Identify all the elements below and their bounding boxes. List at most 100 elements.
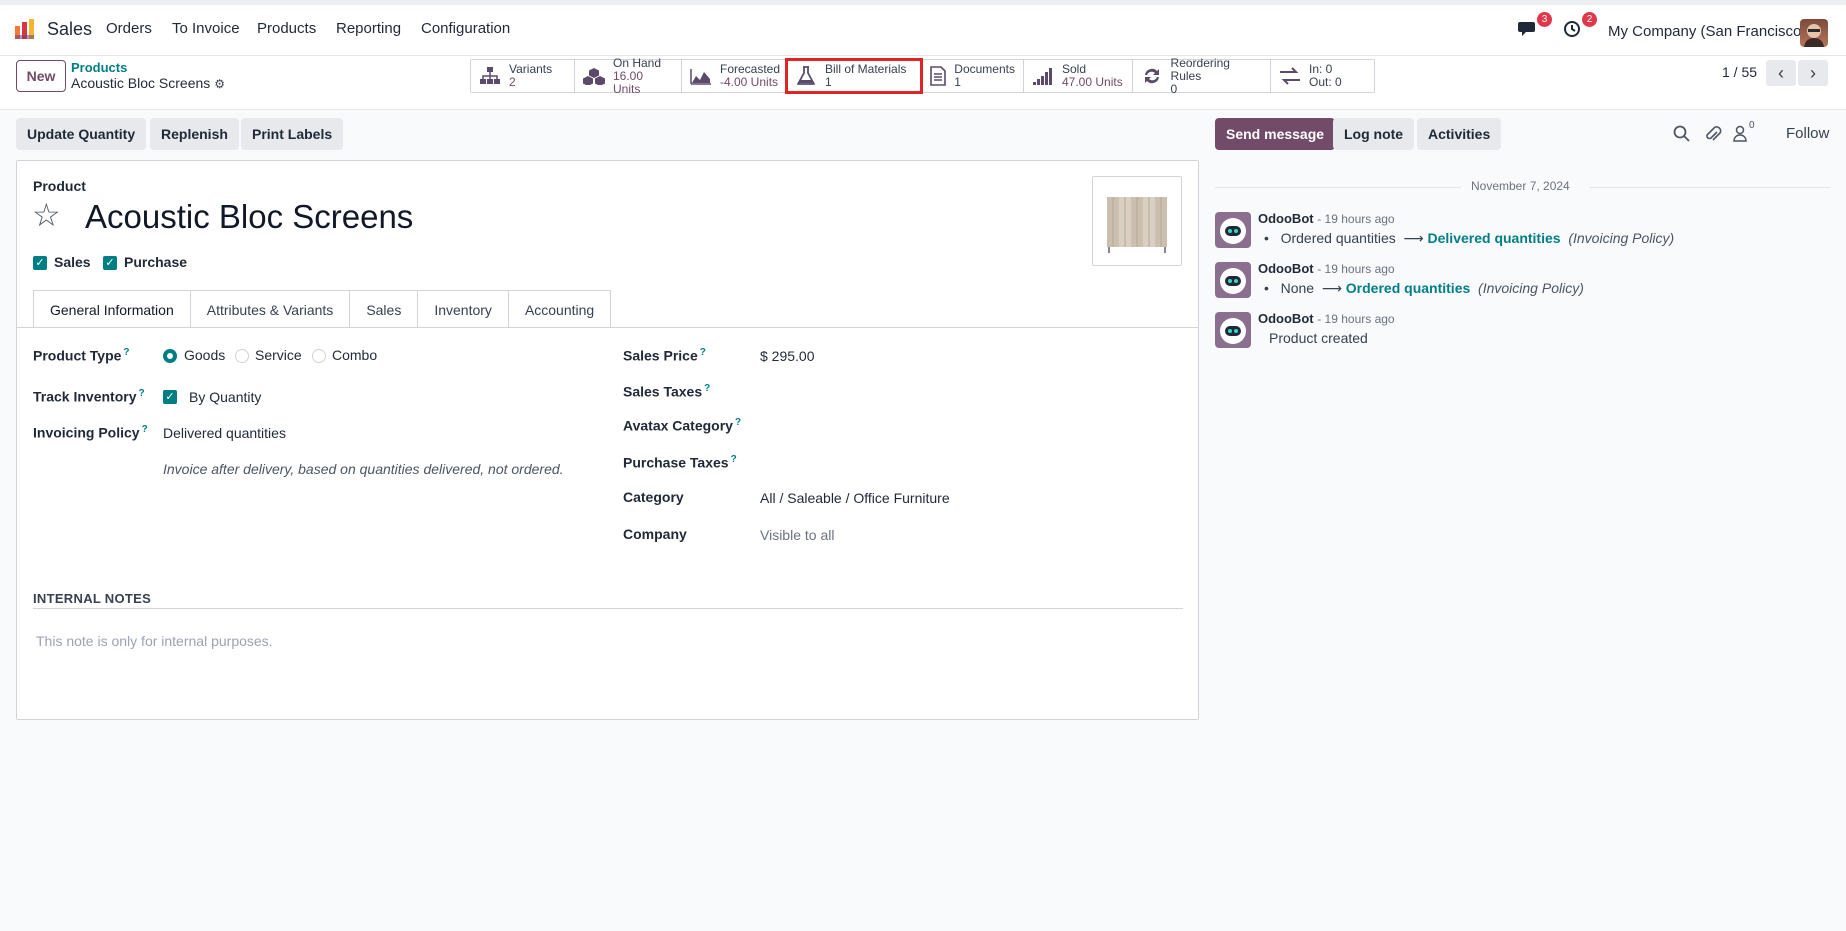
company-switcher[interactable]: My Company (San Francisco) <box>1608 23 1806 40</box>
app-name[interactable]: Sales <box>47 19 92 40</box>
user-avatar[interactable] <box>1800 19 1828 47</box>
tab-sales[interactable]: Sales <box>350 290 419 328</box>
internal-notes-field[interactable]: This note is only for internal purposes. <box>36 633 273 649</box>
product-type-combo-radio[interactable] <box>312 349 326 363</box>
sales-checkbox-label: Sales <box>54 254 91 270</box>
log-note-button[interactable]: Log note <box>1333 118 1415 150</box>
date-separator-line <box>1215 187 1461 188</box>
sales-app-icon[interactable] <box>14 18 36 40</box>
tab-inventory[interactable]: Inventory <box>418 290 509 328</box>
stat-value: -4.00 Units <box>720 75 779 89</box>
menu-orders[interactable]: Orders <box>106 20 152 37</box>
activities-button[interactable]: Activities <box>1417 118 1502 150</box>
avatar[interactable] <box>1215 212 1251 248</box>
stat-value: 16.00 Units <box>613 68 644 96</box>
invoicing-policy-select[interactable]: Delivered quantities <box>163 425 286 441</box>
avatar[interactable] <box>1215 262 1251 298</box>
tracking-old-value: None <box>1280 280 1315 296</box>
stat-bill-of-materials-button[interactable]: Bill of Materials 1 <box>785 58 923 94</box>
form-tabs: General Information Attributes & Variant… <box>33 290 612 328</box>
pager-next-button[interactable]: › <box>1798 60 1828 86</box>
stat-in-out-button[interactable]: In: 0 Out: 0 <box>1271 60 1374 92</box>
stat-on-hand-button[interactable]: On Hand 16.00 Units <box>575 55 682 95</box>
stat-out: Out: 0 <box>1309 75 1342 89</box>
message-time: - 19 hours ago <box>1317 262 1395 276</box>
stat-sold-button[interactable]: Sold 47.00 Units <box>1024 60 1133 92</box>
track-inventory-label-text: Track Inventory <box>33 388 137 405</box>
sales-checkbox[interactable]: ✓ <box>33 256 47 270</box>
print-labels-button[interactable]: Print Labels <box>241 118 344 150</box>
company-label: Company <box>623 526 687 542</box>
sales-price-label: Sales Price? <box>623 347 706 364</box>
help-icon[interactable]: ? <box>704 383 710 394</box>
date-separator-line <box>1589 187 1830 188</box>
menu-to-invoice[interactable]: To Invoice <box>172 20 240 37</box>
message-author: OdooBot - 19 hours ago <box>1258 211 1395 226</box>
product-section-label: Product <box>33 178 86 194</box>
stat-documents-button[interactable]: Documents 1 <box>921 60 1024 92</box>
help-icon[interactable]: ? <box>735 417 741 428</box>
category-field[interactable]: All / Saleable / Office Furniture <box>760 490 950 506</box>
help-icon[interactable]: ? <box>142 424 148 435</box>
breadcrumb-products[interactable]: Products <box>71 60 127 75</box>
track-inventory-value[interactable]: By Quantity <box>189 389 261 405</box>
help-icon[interactable]: ? <box>123 347 129 358</box>
menu-products[interactable]: Products <box>257 20 316 37</box>
date-separator: November 7, 2024 <box>1215 179 1830 195</box>
sitemap-icon <box>479 66 501 86</box>
track-inventory-checkbox[interactable]: ✓ <box>163 390 177 404</box>
update-quantity-button[interactable]: Update Quantity <box>16 118 147 150</box>
product-type-service-radio[interactable] <box>235 349 249 363</box>
gear-icon[interactable]: ⚙ <box>214 77 225 91</box>
activities-button[interactable]: 2 <box>1563 12 1597 42</box>
help-icon[interactable]: ? <box>700 347 706 358</box>
follow-button[interactable]: Follow <box>1786 125 1829 142</box>
tab-attributes-variants[interactable]: Attributes & Variants <box>190 290 351 328</box>
stat-reordering-rules-button[interactable]: Reordering Rules 0 <box>1133 56 1271 95</box>
purchase-checkbox-label: Purchase <box>124 254 188 270</box>
help-icon[interactable]: ? <box>139 388 145 399</box>
paperclip-icon[interactable] <box>1703 124 1723 144</box>
tracking-value: • None ⟶ Ordered quantities (Invoicing P… <box>1264 280 1584 296</box>
pager-value[interactable]: 1 / 55 <box>1722 64 1757 80</box>
sales-taxes-label-text: Sales Taxes <box>623 383 703 400</box>
tracking-old-value: Ordered quantities <box>1280 230 1396 246</box>
tab-accounting[interactable]: Accounting <box>508 290 612 328</box>
product-name-field[interactable]: Acoustic Bloc Screens <box>85 198 413 236</box>
tab-general-information[interactable]: General Information <box>33 290 191 328</box>
company-field[interactable]: Visible to all <box>760 527 834 543</box>
invoicing-policy-label: Invoicing Policy? <box>33 424 148 441</box>
help-icon[interactable]: ? <box>731 454 737 465</box>
exchange-icon <box>1279 66 1301 86</box>
star-icon[interactable]: ☆ <box>32 199 61 231</box>
send-message-button[interactable]: Send message <box>1215 118 1336 150</box>
stat-variants-button[interactable]: Variants 2 <box>471 60 575 92</box>
followers-button[interactable]: 0 <box>1732 120 1760 144</box>
new-button[interactable]: New <box>16 60 66 92</box>
sales-price-field[interactable]: $ 295.00 <box>760 348 815 364</box>
message-time: - 19 hours ago <box>1317 312 1395 326</box>
odoobot-icon <box>1220 218 1246 244</box>
purchase-checkbox[interactable]: ✓ <box>103 256 117 270</box>
refresh-icon <box>1141 66 1163 86</box>
stat-value: 1 <box>954 75 961 89</box>
menu-reporting[interactable]: Reporting <box>336 20 401 37</box>
tabs-divider <box>17 327 1198 328</box>
invoicing-policy-note: Invoice after delivery, based on quantit… <box>163 461 564 477</box>
pager-previous-button[interactable]: ‹ <box>1766 60 1796 86</box>
stat-label: On Hand <box>613 55 662 70</box>
internal-notes-heading: INTERNAL NOTES <box>33 591 152 606</box>
search-icon[interactable] <box>1672 124 1692 144</box>
product-image[interactable] <box>1092 176 1182 266</box>
product-type-goods-radio[interactable] <box>163 349 177 363</box>
messages-button[interactable]: 3 <box>1518 12 1552 42</box>
top-navbar: Sales Orders To Invoice Products Reporti… <box>0 0 1846 56</box>
odoobot-icon <box>1220 318 1246 344</box>
stat-forecasted-button[interactable]: Forecasted -4.00 Units <box>682 60 787 92</box>
breadcrumb-current: Acoustic Bloc Screens ⚙ <box>71 75 225 91</box>
tracking-field: (Invoicing Policy) <box>1478 280 1584 296</box>
avatar[interactable] <box>1215 312 1251 348</box>
replenish-button[interactable]: Replenish <box>150 118 239 150</box>
acoustic-screen-image <box>1107 197 1167 253</box>
menu-configuration[interactable]: Configuration <box>421 20 510 37</box>
